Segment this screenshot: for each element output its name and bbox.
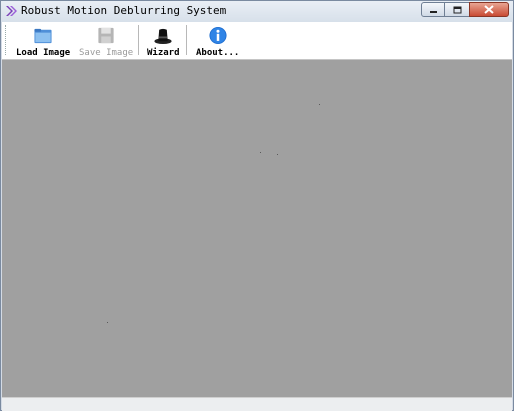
canvas-speck [319,104,320,105]
main-window: Robust Motion Deblurring System Load Ima… [0,0,514,411]
toolbar: Load Image Save Image Wizard About... [2,22,512,60]
floppy-disk-icon [98,27,114,44]
info-icon [209,26,227,45]
wizard-hat-icon [154,28,172,45]
close-icon [484,5,494,14]
load-image-label: Load Image [16,48,71,58]
canvas-speck [277,154,278,155]
save-image-button[interactable]: Save Image [79,24,133,58]
folder-icon [34,28,52,44]
title-bar[interactable]: Robust Motion Deblurring System [1,1,513,22]
status-bar [2,397,512,411]
minimize-button[interactable] [421,2,445,17]
about-label: About... [196,48,240,58]
image-canvas[interactable] [2,60,512,397]
minimize-icon [429,10,437,13]
save-image-label: Save Image [79,48,134,58]
toolbar-grip[interactable] [5,25,8,55]
toolbar-separator [138,25,139,55]
wizard-button[interactable]: Wizard [147,24,180,58]
canvas-speck [260,152,261,153]
window-title: Robust Motion Deblurring System [21,4,227,17]
window-controls [421,2,509,18]
close-button[interactable] [469,2,509,17]
maximize-icon [453,6,461,13]
canvas-speck [107,322,108,323]
app-icon [6,6,17,16]
wizard-label: Wizard [147,48,180,58]
about-button[interactable]: About... [196,24,239,58]
load-image-button[interactable]: Load Image [16,24,70,58]
maximize-button[interactable] [445,2,469,17]
toolbar-separator [186,25,187,55]
